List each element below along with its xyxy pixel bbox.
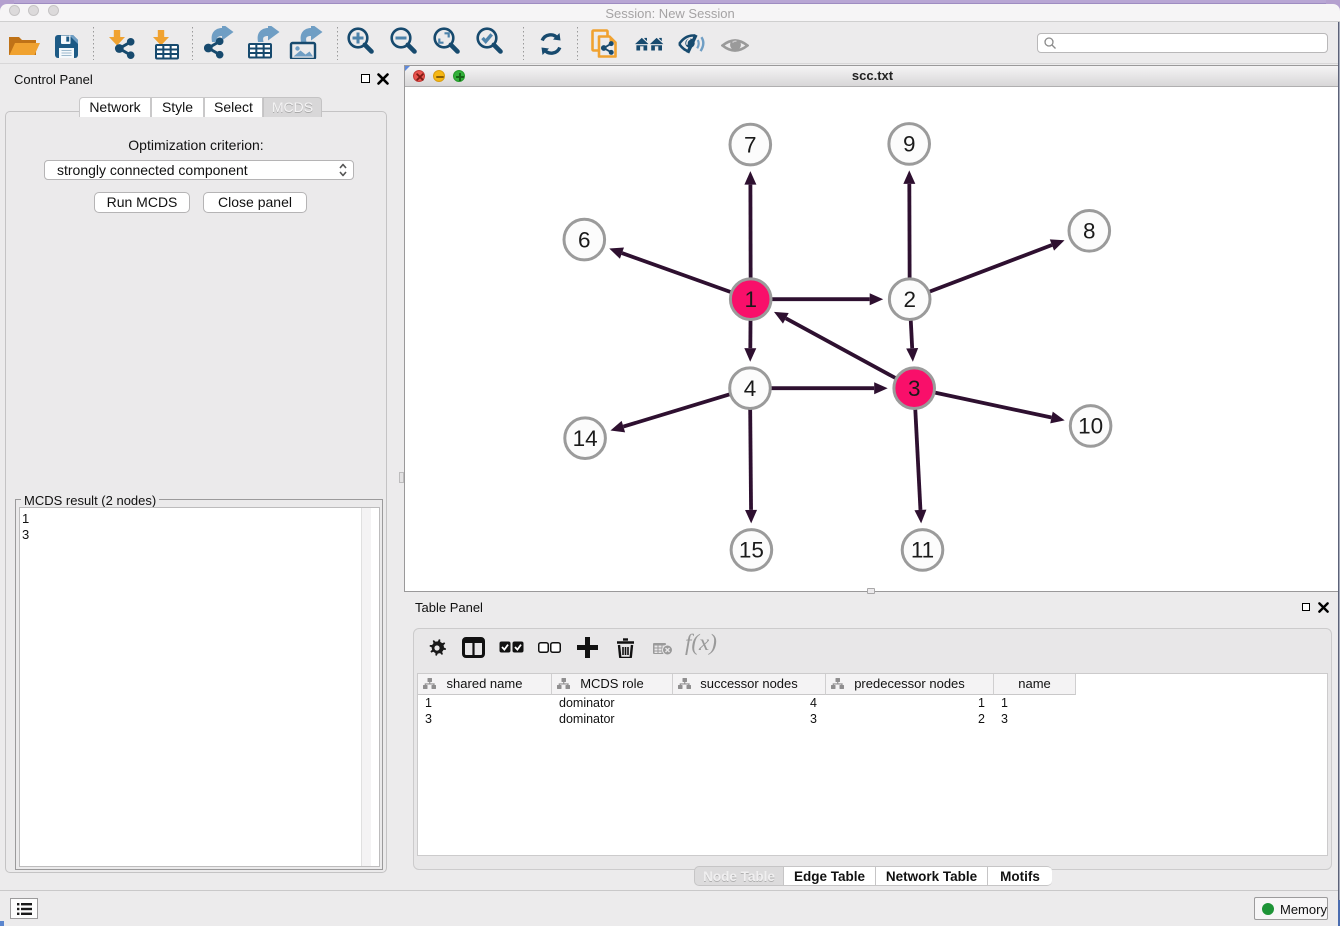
svg-text:9: 9: [903, 132, 916, 157]
svg-text:10: 10: [1078, 414, 1103, 439]
svg-text:11: 11: [911, 538, 934, 563]
svg-text:2: 2: [903, 287, 916, 312]
svg-text:3: 3: [908, 376, 921, 401]
svg-text:8: 8: [1083, 219, 1096, 244]
svg-text:4: 4: [744, 376, 757, 401]
svg-text:14: 14: [573, 426, 598, 451]
svg-text:1: 1: [744, 287, 757, 312]
svg-text:6: 6: [578, 227, 591, 252]
svg-text:15: 15: [739, 538, 764, 563]
svg-text:7: 7: [744, 132, 757, 157]
